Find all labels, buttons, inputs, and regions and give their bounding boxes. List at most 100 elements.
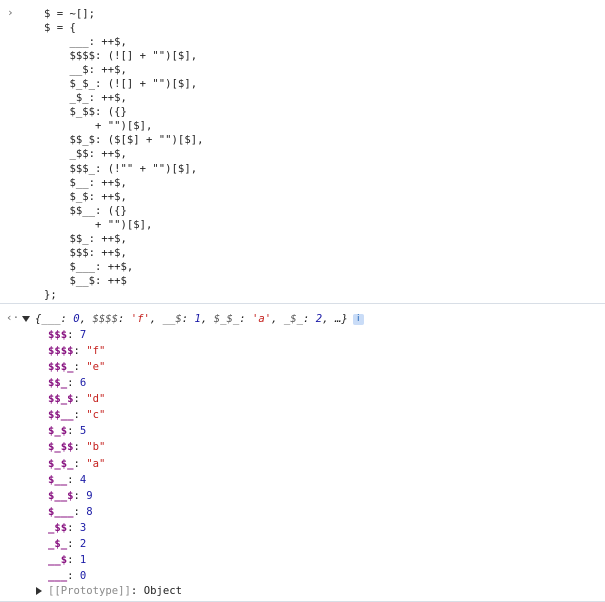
property-value: 6 bbox=[79, 377, 87, 390]
code-line: __$: ++$, bbox=[44, 64, 127, 77]
property-row[interactable]: $$$$: "f" bbox=[48, 343, 105, 359]
code-line: $ = ~[]; bbox=[44, 8, 96, 20]
code-line: $$_$: ($[$] + "")[$], bbox=[44, 134, 204, 147]
code-line: $$$_: (!"" + "")[$], bbox=[44, 162, 198, 175]
property-key: $$_ bbox=[48, 377, 68, 390]
property-row[interactable]: _$_: 2 bbox=[48, 536, 105, 552]
property-separator: : bbox=[67, 473, 80, 486]
code-line: + "")[$], bbox=[44, 218, 153, 231]
property-key: $_$$ bbox=[48, 441, 74, 454]
object-summary-text: {___: 0, $$$$: 'f', __$: 1, $_$_: 'a', _… bbox=[35, 313, 348, 325]
property-row[interactable]: $___: 8 bbox=[48, 504, 105, 520]
input-code[interactable]: $ = ~[]; $ = { ___: ++$, $$$$: (![] + ""… bbox=[44, 7, 203, 302]
code-line: $$__: ({} bbox=[44, 204, 127, 217]
property-value: 0 bbox=[79, 569, 87, 582]
property-value: "d" bbox=[86, 393, 106, 406]
property-value: 2 bbox=[79, 537, 87, 550]
code-line: ___: ++$, bbox=[44, 36, 127, 49]
property-value: "b" bbox=[86, 441, 106, 454]
code-line: $_$_: (![] + "")[$], bbox=[44, 78, 198, 91]
property-separator: : bbox=[67, 569, 80, 582]
property-separator: : bbox=[73, 489, 87, 502]
property-separator: : bbox=[67, 425, 80, 438]
property-separator: : bbox=[73, 441, 87, 454]
property-value: 8 bbox=[86, 505, 93, 518]
property-key: $_$ bbox=[48, 425, 68, 438]
code-line: $__: ++$, bbox=[44, 176, 127, 189]
property-key: $$$$ bbox=[48, 345, 74, 358]
code-line: $$$$: (![] + "")[$], bbox=[44, 50, 198, 63]
summary-value: 1 bbox=[194, 313, 201, 325]
summary-key: ___ bbox=[41, 313, 61, 325]
summary-key: $_$_ bbox=[213, 313, 240, 325]
prototype-key: [[Prototype]] bbox=[48, 585, 131, 597]
property-key: $$_$ bbox=[48, 393, 74, 406]
property-separator: : bbox=[67, 521, 80, 534]
property-row[interactable]: $$_$: "d" bbox=[48, 391, 105, 407]
code-line: $_$$: ({} bbox=[44, 106, 127, 119]
code-line: _$$: ++$, bbox=[44, 148, 127, 161]
object-properties: $$$: 7 $$$$: "f" $$$_: "e" $$_: 6 $$_$: "d" $… bbox=[48, 327, 105, 584]
devtools-console: › $ = ~[]; $ = { ___: ++$, $$$$: (![] + … bbox=[0, 0, 605, 602]
property-separator: : bbox=[67, 553, 80, 566]
prototype-row[interactable]: [[Prototype]]: Object bbox=[36, 584, 182, 598]
property-key: $_$_ bbox=[48, 457, 74, 470]
code-line: $ = { bbox=[44, 22, 76, 35]
property-key: $$__ bbox=[48, 409, 74, 422]
code-line: $_$: ++$, bbox=[44, 190, 127, 203]
property-row[interactable]: $_$$: "b" bbox=[48, 439, 105, 455]
property-row[interactable]: _$$: 3 bbox=[48, 520, 105, 536]
property-key: $$$ bbox=[48, 329, 68, 341]
property-row[interactable]: $_$_: "a" bbox=[48, 456, 105, 472]
property-value: 4 bbox=[79, 473, 87, 486]
property-row[interactable]: $$$_: "e" bbox=[48, 359, 105, 375]
prototype-separator: : bbox=[130, 585, 144, 597]
summary-key: __$ bbox=[162, 313, 182, 325]
property-key: _$_ bbox=[48, 537, 68, 550]
property-row[interactable]: __$: 1 bbox=[48, 552, 105, 568]
prototype-value: Object bbox=[143, 585, 182, 597]
info-badge-icon[interactable]: i bbox=[352, 313, 364, 325]
property-row[interactable]: ___: 0 bbox=[48, 568, 105, 584]
expand-triangle-icon[interactable] bbox=[22, 316, 30, 322]
property-separator: : bbox=[73, 505, 87, 518]
property-key: $$$_ bbox=[48, 361, 74, 374]
code-line: _$_: ++$, bbox=[44, 92, 127, 105]
code-line: $__$: ++$ bbox=[44, 274, 127, 287]
code-line: }; bbox=[44, 288, 57, 301]
code-line: $$$: ++$, bbox=[44, 246, 127, 259]
property-row[interactable]: $$__: "c" bbox=[48, 407, 105, 423]
property-row[interactable]: $_$: 5 bbox=[48, 423, 105, 439]
property-value: "c" bbox=[86, 409, 106, 422]
property-row[interactable]: $$_: 6 bbox=[48, 375, 105, 391]
summary-key: _$_ bbox=[283, 313, 304, 325]
property-key: __$ bbox=[48, 553, 68, 566]
property-key: _$$ bbox=[48, 521, 68, 534]
property-value: "e" bbox=[86, 361, 106, 374]
property-key: $__$ bbox=[48, 489, 74, 502]
input-prompt-icon: › bbox=[7, 6, 14, 19]
property-separator: : bbox=[73, 409, 87, 422]
property-row[interactable]: $__$: 9 bbox=[48, 488, 105, 504]
object-summary[interactable]: {___: 0, $$$$: 'f', __$: 1, $_$_: 'a', _… bbox=[22, 312, 364, 326]
property-separator: : bbox=[73, 345, 87, 358]
property-separator: : bbox=[67, 537, 80, 550]
property-separator: : bbox=[73, 393, 87, 406]
summary-key: $$$$ bbox=[92, 313, 118, 325]
code-line: $$_: ++$, bbox=[44, 232, 127, 245]
summary-value: 2 bbox=[315, 313, 323, 325]
property-row[interactable]: $$$: 7 bbox=[48, 327, 105, 343]
property-key: ___ bbox=[48, 569, 68, 582]
summary-ellipsis: …} bbox=[334, 313, 348, 325]
property-row[interactable]: $__: 4 bbox=[48, 472, 105, 488]
code-line: + "")[$], bbox=[44, 120, 153, 133]
collapse-triangle-icon[interactable] bbox=[36, 587, 42, 595]
result-prompt-icon: ‹· bbox=[6, 311, 20, 324]
property-value: "a" bbox=[86, 457, 106, 470]
console-result-entry: ‹· {___: 0, $$$$: 'f', __$: 1, $_$_: 'a'… bbox=[0, 305, 605, 602]
property-value: 9 bbox=[86, 489, 93, 502]
property-separator: : bbox=[73, 361, 87, 374]
property-value: 3 bbox=[79, 521, 87, 534]
property-value: 1 bbox=[79, 553, 87, 566]
summary-value: 0 bbox=[73, 313, 80, 325]
